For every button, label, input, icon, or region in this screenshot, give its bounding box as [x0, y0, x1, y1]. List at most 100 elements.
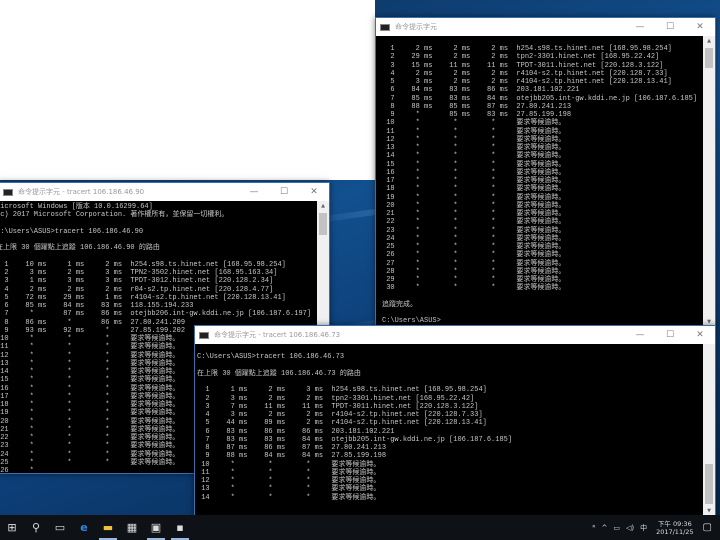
window-title: 命令提示字元 - tracert 106.186.46.90	[18, 188, 145, 196]
console-line: 26 * * * 要求等候逾時。	[382, 251, 566, 260]
console-line: 10 * * * 要求等候逾時。	[382, 119, 566, 128]
console-lines: 1 2 ms 2 ms 2 ms h254.s98.ts.hinet.net […	[382, 45, 697, 326]
console-line: 28 * * * 要求等候逾時。	[382, 267, 566, 276]
console-line: 18 * * * 要求等候逾時。	[382, 185, 566, 194]
close-button[interactable]: ✕	[685, 326, 715, 344]
volume-icon[interactable]: ◁)	[626, 524, 634, 532]
console-line: 3 7 ms 11 ms 11 ms TPDT-3011.hinet.net […	[197, 402, 479, 411]
console-output[interactable]: C:\Users\ASUS>tracert 106.186.46.73 在上限 3…	[195, 344, 703, 516]
scrollbar[interactable]: ▼	[703, 344, 715, 516]
chevron-up-icon[interactable]: ^	[601, 524, 607, 532]
console-line: 6 84 ms 83 ms 86 ms 203.181.102.221	[382, 86, 580, 95]
console-line: 25 * * * 要求等候逾時。	[382, 243, 566, 251]
file-explorer-icon[interactable]: ▬	[96, 515, 120, 540]
notification-icon[interactable]: ▢	[703, 522, 712, 533]
system-tray: ᴿ ^ ▭ ◁) 中 下午 09:36 2017/11/25 ▢	[589, 515, 720, 540]
command-prompt-icon[interactable]: ▪	[168, 515, 192, 540]
maximize-button[interactable]: ☐	[655, 326, 685, 344]
console-line: 5 3 ms 2 ms 2 ms r4104-s2.tp.hinet.net […	[382, 78, 672, 86]
console-line: 6 83 ms 86 ms 86 ms 203.181.102.221	[197, 427, 395, 436]
console-line: 8 87 ms 86 ms 87 ms 27.80.241.213	[197, 444, 387, 452]
console-lines: C:\Users\ASUS>tracert 106.186.46.73 在上限 3…	[197, 345, 512, 502]
console-line: 11 * * * 要求等候逾時。	[197, 468, 381, 477]
title-bar[interactable]: 命令提示字元 - tracert 106.186.46.73 — ☐ ✕	[195, 326, 715, 344]
window-title: 命令提示字元 - tracert 106.186.46.73	[214, 331, 341, 339]
scrollbar[interactable]: ▲ ▼	[703, 36, 715, 327]
console-line: 7 83 ms 83 ms 84 ms otejbb205.int-gw.kdd…	[197, 435, 513, 444]
console-line: 27 * * * 要求等候逾時。	[382, 259, 566, 268]
background-window	[0, 0, 375, 180]
maximize-button[interactable]: ☐	[269, 183, 299, 201]
search-icon[interactable]: ⚲	[24, 515, 48, 540]
console-line: 3 15 ms 11 ms 11 ms TPDT-3011.hinet.net …	[382, 61, 664, 70]
console-output[interactable]: 1 2 ms 2 ms 2 ms h254.s98.ts.hinet.net […	[376, 36, 703, 327]
console-line: 10 * * * 要求等候逾時。	[197, 460, 381, 469]
console-line: 5 44 ms 89 ms 2 ms r4104-s2.tp.hinet.net…	[197, 419, 487, 428]
scroll-up-icon[interactable]: ▲	[703, 36, 715, 46]
console-line: 13 * * * 要求等候逾時。	[197, 485, 381, 494]
scroll-up-icon[interactable]: ▲	[317, 201, 329, 211]
title-bar[interactable]: 命令提示字元 — ☐ ✕	[376, 18, 715, 36]
edge-icon[interactable]: e	[72, 515, 96, 540]
console-line: 24 * * * 要求等候逾時。	[382, 234, 566, 243]
ime-indicator[interactable]: 中	[640, 523, 647, 533]
console-line: C:\Users\ASUS>tracert 106.186.46.73	[197, 353, 345, 362]
console-line: 22 * * * 要求等候逾時。	[382, 218, 566, 227]
console-line: 2 3 ms 2 ms 2 ms tpn2-3301.hinet.net [16…	[197, 394, 475, 403]
scroll-thumb[interactable]	[705, 464, 713, 504]
scroll-thumb[interactable]	[705, 48, 713, 68]
console-line: 12 * * * 要求等候逾時。	[382, 135, 566, 144]
minimize-button[interactable]: —	[625, 326, 655, 344]
console-line: C:\Users\ASUS>tracert 106.186.46.90	[0, 227, 144, 236]
console-line: 5 72 ms 29 ms 1 ms r4104-s2.tp.hinet.net…	[0, 293, 286, 302]
console-line: 14 * * * 要求等候逾時。	[197, 493, 381, 502]
maximize-button[interactable]: ☐	[655, 18, 685, 36]
cmd-window-c[interactable]: 命令提示字元 - tracert 106.186.46.73 — ☐ ✕ C:\Us…	[194, 325, 716, 517]
calculator-icon[interactable]: ▦	[120, 515, 144, 540]
title-bar[interactable]: 命令提示字元 - tracert 106.186.46.90 — ☐ ✕	[0, 183, 329, 201]
close-button[interactable]: ✕	[299, 183, 329, 201]
console-line: 4 3 ms 2 ms 2 ms r4104-s2.tp.hinet.net […	[197, 411, 483, 419]
console-line: 4 2 ms 2 ms 2 ms r4104-s2.tp.hinet.net […	[382, 69, 668, 78]
window-title: 命令提示字元	[395, 23, 437, 31]
console-line: 8 88 ms 85 ms 87 ms 27.80.241.213	[382, 102, 572, 111]
console-line: 4 2 ms 2 ms 2 ms r04-s2.tp.hinet.net [22…	[0, 285, 274, 294]
console-line: 21 * * * 要求等候逾時。	[382, 210, 566, 218]
console-line: Microsoft Windows [版本 10.0.16299.64]	[0, 203, 153, 211]
cmd-icon	[199, 331, 209, 339]
clock-date: 2017/11/25	[656, 527, 694, 536]
console-line: 在上限 30 個躍點上追蹤 106.186.46.73 的路由	[197, 369, 361, 378]
console-line: 1 2 ms 2 ms 2 ms h254.s98.ts.hinet.net […	[382, 45, 672, 53]
cmd-icon	[380, 23, 390, 31]
minimize-button[interactable]: —	[625, 18, 655, 36]
console-line: 14 * * * 要求等候逾時。	[382, 152, 566, 161]
console-line: 20 * * * 要求等候逾時。	[382, 201, 566, 210]
network-icon[interactable]: ▭	[613, 524, 620, 532]
windows-start-icon[interactable]: ⊞	[0, 515, 24, 540]
app-window-icon[interactable]: ▣	[144, 515, 168, 540]
console-line: 12 * * * 要求等候逾時。	[197, 477, 381, 485]
console-line: 23 * * * 要求等候逾時。	[382, 226, 566, 235]
console-line: 6 85 ms 84 ms 83 ms 118.155.194.233	[0, 302, 194, 310]
console-line: (c) 2017 Microsoft Corporation. 著作權所有，並保…	[0, 211, 229, 220]
console-line: 17 * * * 要求等候逾時。	[382, 177, 566, 185]
people-icon[interactable]: ᴿ	[592, 524, 595, 532]
console-line: 13 * * * 要求等候逾時。	[382, 144, 566, 152]
cmd-window-a[interactable]: 命令提示字元 — ☐ ✕ 1 2 ms 2 ms 2 ms h254.s98.ts.…	[375, 17, 716, 328]
console-line: 7 * 87 ms 86 ms otejbb206.int-gw.kddi.ne…	[0, 310, 312, 319]
task-view-icon[interactable]: ▭	[48, 515, 72, 540]
minimize-button[interactable]: —	[239, 183, 269, 201]
close-button[interactable]: ✕	[685, 18, 715, 36]
clock[interactable]: 下午 09:36 2017/11/25	[656, 520, 693, 536]
console-line: 2 29 ms 2 ms 2 ms tpn2-3301.hinet.net [1…	[382, 53, 660, 62]
console-line: 在上限 30 個躍點上追蹤 106.186.46.90 的路由	[0, 244, 160, 253]
scroll-thumb[interactable]	[319, 213, 327, 235]
console-line: 1 10 ms 1 ms 2 ms h254.s98.ts.hinet.net …	[0, 260, 286, 269]
